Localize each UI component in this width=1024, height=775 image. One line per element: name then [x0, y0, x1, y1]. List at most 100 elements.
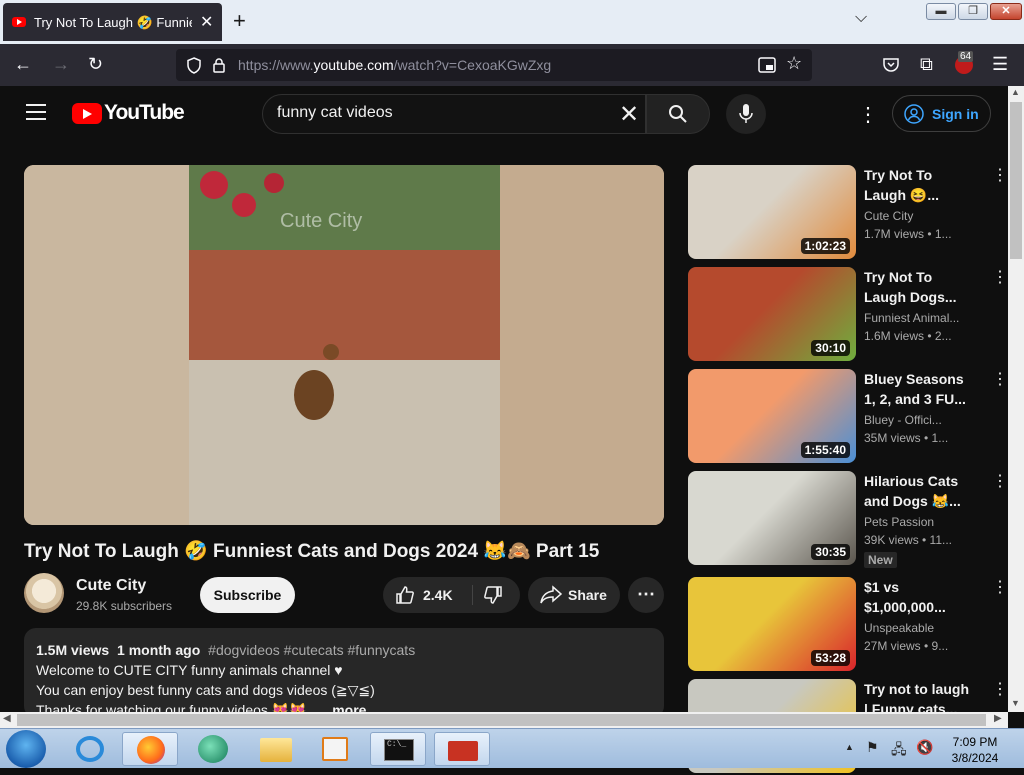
card-menu-icon[interactable]: ⋮	[992, 267, 1008, 287]
more-actions-icon[interactable]: ⋯	[628, 577, 664, 613]
related-video-card[interactable]: 1:55:40 Bluey Seasons 1, 2, and 3 FU... Bl…	[688, 369, 1008, 465]
clock-time: 7:09 PM	[952, 735, 998, 749]
like-button[interactable]: 2.4K	[383, 577, 471, 613]
scroll-up-icon[interactable]: ▲	[1011, 87, 1020, 97]
share-button[interactable]: Share	[528, 577, 620, 613]
youtube-favicon-icon	[12, 17, 26, 27]
network-icon[interactable]: 🖧	[891, 739, 907, 763]
browser-tab-active[interactable]: Try Not To Laugh 🤣 Funniest C ✕	[3, 3, 222, 41]
card-menu-icon[interactable]: ⋮	[992, 679, 1008, 699]
command-prompt-icon[interactable]: C:\_	[370, 732, 426, 766]
scroll-left-icon[interactable]: ◀	[3, 713, 11, 724]
share-arrow-icon	[540, 585, 562, 604]
description-line-1: Welcome to CUTE CITY funny animals chann…	[36, 662, 343, 678]
description-box[interactable]: 1.5M views 1 month ago #dogvideos #cutec…	[24, 628, 664, 718]
search-box[interactable]: ✕	[262, 94, 646, 134]
list-all-tabs-icon[interactable]: ⌵	[855, 9, 867, 27]
reload-icon[interactable]: ↻	[88, 54, 103, 75]
extensions-puzzle-icon[interactable]: ⧉	[920, 54, 933, 75]
card-menu-icon[interactable]: ⋮	[992, 369, 1008, 389]
card-menu-icon[interactable]: ⋮	[992, 577, 1008, 597]
pocket-icon[interactable]	[882, 56, 900, 74]
system-clock[interactable]: 7:09 PM 3/8/2024	[940, 734, 1010, 766]
related-video-title[interactable]: $1 vs $1,000,000...	[864, 577, 974, 617]
address-bar[interactable]: https://www.youtube.com/watch?v=CexoaKGw…	[176, 49, 812, 81]
search-input[interactable]	[277, 104, 597, 122]
related-video-title[interactable]: Try Not To Laugh 😆...	[864, 165, 974, 205]
related-video-title[interactable]: Try Not To Laugh Dogs...	[864, 267, 974, 307]
sign-in-button[interactable]: Sign in	[892, 95, 991, 132]
subscribe-button[interactable]: Subscribe	[200, 577, 295, 613]
clear-search-icon[interactable]: ✕	[619, 100, 639, 129]
file-explorer-icon[interactable]	[248, 732, 304, 766]
related-video-channel[interactable]: Unspeakable	[864, 621, 974, 635]
horizontal-scrollbar-thumb[interactable]	[17, 714, 986, 726]
related-video-title[interactable]: Hilarious Cats and Dogs 😹...	[864, 471, 974, 511]
share-label: Share	[568, 587, 607, 603]
youtube-logo-icon[interactable]	[72, 103, 102, 124]
scroll-right-icon[interactable]: ▶	[994, 713, 1002, 724]
window-close-button[interactable]: ✕	[990, 3, 1022, 20]
guide-menu-icon[interactable]	[26, 104, 46, 120]
action-center-flag-icon[interactable]: ⚑	[866, 739, 879, 756]
related-video-title[interactable]: Bluey Seasons 1, 2, and 3 FU...	[864, 369, 974, 409]
video-thumbnail[interactable]: 30:10	[688, 267, 856, 361]
video-frame-image: Cute City	[24, 165, 664, 525]
internet-explorer-icon[interactable]	[62, 732, 118, 766]
video-thumbnail[interactable]: 1:02:23	[688, 165, 856, 259]
video-title: Try Not To Laugh 🤣 Funniest Cats and Dog…	[24, 541, 600, 562]
video-thumbnail[interactable]: 1:55:40	[688, 369, 856, 463]
show-hidden-icons[interactable]: ▲	[845, 742, 854, 752]
like-count: 2.4K	[423, 587, 453, 603]
related-video-card[interactable]: 30:35 Hilarious Cats and Dogs 😹... Pets Pa…	[688, 471, 1008, 568]
voice-search-button[interactable]	[726, 94, 766, 134]
related-video-card[interactable]: 53:28 $1 vs $1,000,000... Unspeakable 27M v…	[688, 577, 1008, 673]
media-player-icon[interactable]	[308, 732, 364, 766]
related-video-card[interactable]: 1:02:23 Try Not To Laugh 😆... Cute City 1.7…	[688, 165, 1008, 261]
volume-muted-icon[interactable]: 🔇	[916, 739, 933, 756]
card-menu-icon[interactable]: ⋮	[992, 471, 1008, 491]
search-button[interactable]	[646, 94, 710, 134]
app-menu-icon[interactable]: ☰	[992, 54, 1008, 75]
scroll-down-icon[interactable]: ▼	[1011, 698, 1020, 708]
channel-name[interactable]: Cute City	[76, 577, 146, 595]
vertical-scrollbar-thumb[interactable]	[1010, 102, 1022, 259]
bookmark-star-icon[interactable]: ☆	[786, 53, 802, 74]
youtube-logo-text[interactable]: YouTube	[104, 101, 185, 125]
window-minimize-button[interactable]: ▬	[926, 3, 956, 20]
search-icon	[669, 105, 687, 123]
video-thumbnail[interactable]: 30:35	[688, 471, 856, 565]
video-duration: 30:10	[811, 340, 850, 356]
picture-in-picture-icon[interactable]	[758, 57, 776, 73]
related-video-channel[interactable]: Pets Passion	[864, 515, 974, 529]
tab-close-icon[interactable]: ✕	[200, 12, 213, 32]
back-arrow-icon[interactable]: ←	[14, 54, 32, 75]
tracking-shield-icon[interactable]	[186, 57, 202, 74]
card-menu-icon[interactable]: ⋮	[992, 165, 1008, 185]
firefox-taskbar-icon[interactable]	[122, 732, 178, 766]
like-dislike-group: 2.4K	[383, 577, 520, 613]
clock-date: 3/8/2024	[951, 751, 999, 765]
related-video-card[interactable]: 30:10 Try Not To Laugh Dogs... Funniest An…	[688, 267, 1008, 363]
start-button-icon[interactable]	[6, 730, 46, 768]
video-thumbnail[interactable]: 53:28	[688, 577, 856, 671]
window-restore-button[interactable]: ❐	[958, 3, 988, 20]
forward-arrow-icon[interactable]: →	[52, 54, 70, 75]
channel-avatar[interactable]	[24, 573, 64, 613]
video-watermark: Cute City	[280, 210, 362, 232]
tab-title: Try Not To Laugh 🤣 Funniest C	[34, 15, 192, 30]
related-video-channel[interactable]: Funniest Animal...	[864, 311, 974, 325]
video-player[interactable]: Cute City	[24, 165, 664, 525]
app-taskbar-icon[interactable]	[186, 732, 242, 766]
dislike-button[interactable]	[473, 577, 520, 613]
lock-icon[interactable]	[212, 57, 226, 73]
settings-kebab-icon[interactable]: ⋮	[858, 102, 878, 127]
related-video-meta: 35M views • 1...	[864, 431, 949, 445]
related-video-channel[interactable]: Cute City	[864, 209, 974, 223]
extension-badge: 64	[958, 51, 974, 62]
hashtags[interactable]: #dogvideos #cutecats #funnycats	[208, 642, 415, 658]
new-tab-icon[interactable]: +	[233, 8, 246, 34]
related-video-channel[interactable]: Bluey - Offici...	[864, 413, 974, 427]
toolbox-taskbar-icon[interactable]	[434, 732, 490, 766]
subscriber-count: 29.8K subscribers	[76, 599, 173, 613]
